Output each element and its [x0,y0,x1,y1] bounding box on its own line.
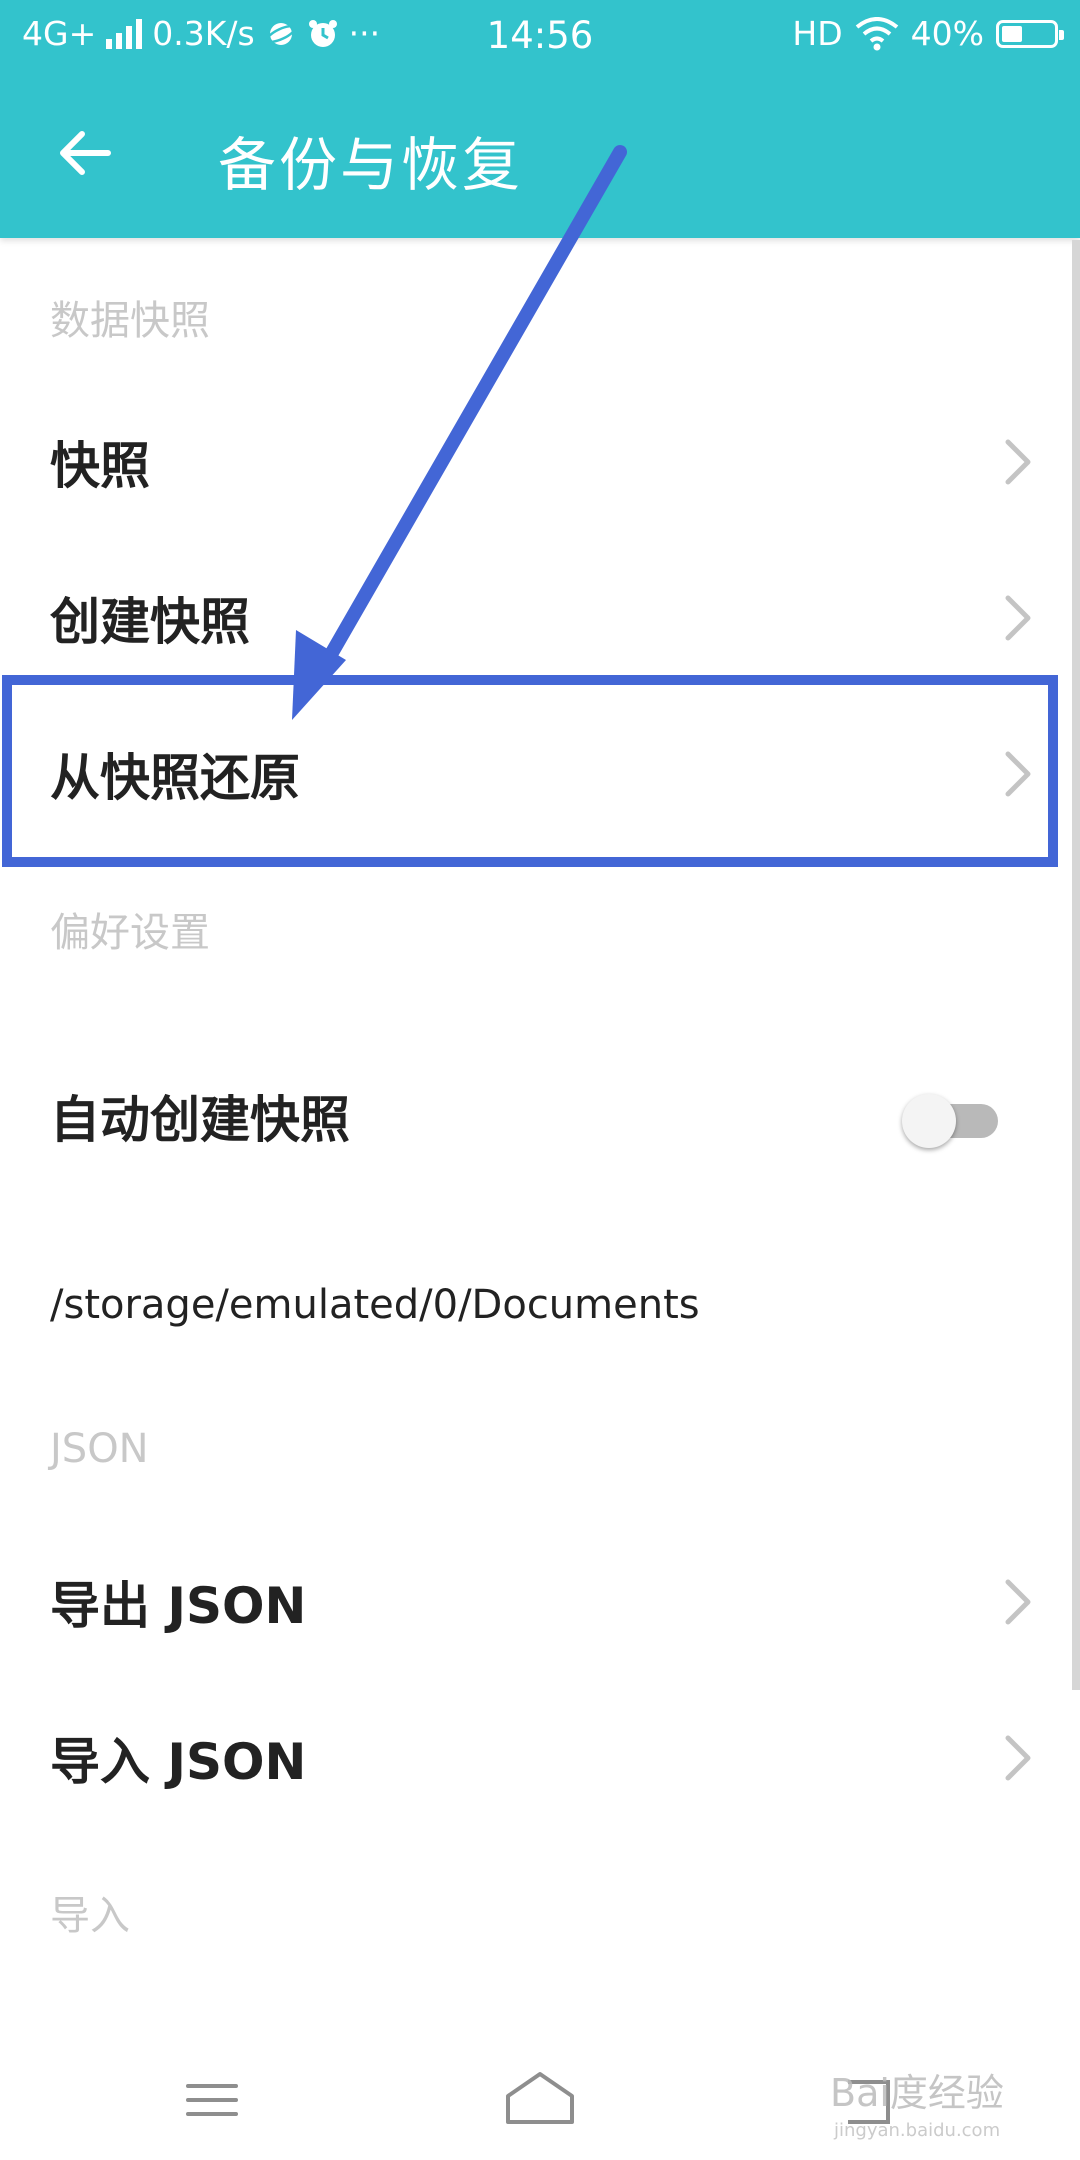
section-header-import: 导入 [50,1893,130,1939]
hd-indicator: HD [792,14,843,53]
auto-snapshot-toggle[interactable] [900,1090,1000,1148]
status-right: HD 40% [792,14,1064,53]
storage-path[interactable]: /storage/emulated/0/Documents [50,1282,700,1328]
list-item-import-json[interactable]: 导入 JSON [0,1680,1080,1836]
page-title: 备份与恢复 [218,131,524,199]
chevron-right-icon [1005,595,1031,641]
list-item-label: 创建快照 [50,593,250,651]
list-item-label: 导出 JSON [50,1577,307,1635]
annotation-highlight-box [2,675,1058,867]
watermark-text: Bai度经验 [830,2071,1004,2115]
scrollbar[interactable] [1072,240,1080,1690]
list-item-create-snapshot[interactable]: 创建快照 [0,540,1080,696]
battery-icon [996,19,1064,48]
chevron-right-icon [1005,1579,1031,1625]
chevron-right-icon [1005,439,1031,485]
watermark-subtext: jingyan.baidu.com [834,2120,1001,2141]
menu-icon[interactable] [162,2060,262,2140]
status-bar: 4G+ 0.3K/s ··· 14:56 HD 40% [0,0,1080,74]
section-header-prefs: 偏好设置 [50,910,210,956]
list-item-snapshot[interactable]: 快照 [0,384,1080,540]
toggle-knob [902,1094,956,1148]
section-header-json: JSON [50,1426,149,1472]
wifi-icon [855,16,898,50]
list-item-label: 快照 [50,437,150,495]
back-arrow-icon[interactable] [50,118,120,188]
battery-percent: 40% [910,14,984,53]
list-item-label: 自动创建快照 [50,1091,350,1149]
chevron-right-icon [1005,1735,1031,1781]
section-header-snapshot: 数据快照 [50,298,210,344]
list-item-export-json[interactable]: 导出 JSON [0,1524,1080,1680]
baidu-watermark: Bai度经验 jingyan.baidu.com [830,2062,1004,2141]
top-bar: 4G+ 0.3K/s ··· 14:56 HD 40% 备份与恢复 [0,0,1080,238]
list-item-label: 导入 JSON [50,1733,307,1791]
home-icon[interactable] [490,2060,590,2140]
